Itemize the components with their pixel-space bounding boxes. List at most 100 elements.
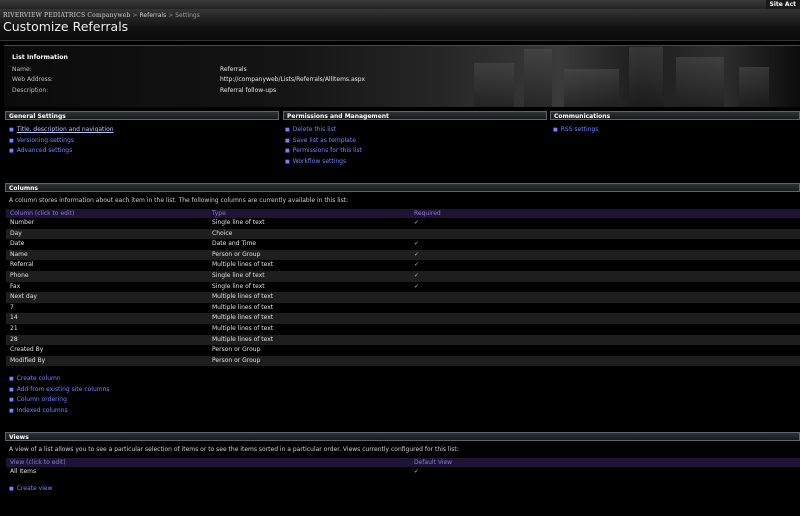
column-name[interactable]: Name bbox=[10, 250, 28, 261]
views-table: View (click to edit) Default View All It… bbox=[6, 458, 800, 478]
table-row[interactable]: Referral Multiple lines of text ✓ bbox=[6, 260, 800, 271]
communications-heading: Communications bbox=[550, 111, 800, 120]
view-header-name[interactable]: View (click to edit) bbox=[10, 458, 66, 467]
advanced-settings-link[interactable]: ■ Advanced settings bbox=[9, 146, 114, 157]
table-row[interactable]: 21 Multiple lines of text bbox=[6, 324, 800, 335]
column-name[interactable]: Fax bbox=[10, 282, 20, 293]
breadcrumb-list-link[interactable]: Referrals bbox=[140, 12, 167, 19]
background-building bbox=[564, 69, 619, 107]
breadcrumb: RIVERVIEW PEDIATRICS Companyweb > Referral… bbox=[3, 12, 200, 19]
view-name[interactable]: All Items bbox=[10, 467, 36, 478]
title-description-navigation-link[interactable]: ■ Title, description and navigation bbox=[9, 125, 114, 136]
bullet-icon: ■ bbox=[9, 407, 14, 414]
table-row[interactable]: Modified By Person or Group bbox=[6, 355, 800, 367]
column-name[interactable]: Created By bbox=[10, 345, 43, 356]
background-building bbox=[474, 63, 514, 107]
table-row[interactable]: Fax Single line of text ✓ bbox=[6, 282, 800, 293]
required-check-icon: ✓ bbox=[414, 240, 420, 248]
column-name[interactable]: Modified By bbox=[10, 356, 45, 367]
name-label: Name: bbox=[12, 66, 32, 73]
web-address-label: Web Address: bbox=[12, 76, 53, 83]
list-information-heading: List Information bbox=[12, 54, 68, 61]
column-type: Single line of text bbox=[212, 282, 265, 290]
bullet-icon: ■ bbox=[285, 148, 290, 155]
workflow-settings-link[interactable]: ■ Workflow settings bbox=[285, 157, 362, 168]
column-name[interactable]: Phone bbox=[10, 271, 29, 282]
bullet-icon: ■ bbox=[9, 397, 14, 404]
bullet-icon: ■ bbox=[9, 137, 14, 144]
column-type: Single line of text bbox=[212, 271, 265, 279]
breadcrumb-separator: > bbox=[132, 12, 138, 19]
table-row[interactable]: 14 Multiple lines of text bbox=[6, 313, 800, 324]
column-header-type: Type bbox=[212, 210, 226, 217]
versioning-settings-link[interactable]: ■ Versioning settings bbox=[9, 136, 114, 147]
required-check-icon: ✓ bbox=[414, 261, 420, 269]
background-building bbox=[676, 57, 724, 107]
background-building bbox=[629, 47, 663, 107]
list-permissions-link[interactable]: ■ Permissions for this list bbox=[285, 146, 362, 157]
column-name[interactable]: 21 bbox=[10, 324, 18, 335]
view-row[interactable]: All Items ✓ bbox=[6, 467, 800, 478]
view-header-default: Default View bbox=[414, 459, 453, 466]
breadcrumb-site-link[interactable]: RIVERVIEW PEDIATRICS Companyweb bbox=[3, 12, 130, 19]
column-name[interactable]: Next day bbox=[10, 292, 37, 303]
column-name[interactable]: Referral bbox=[10, 260, 34, 271]
communications-links: ■ RSS settings bbox=[553, 125, 598, 136]
column-type: Multiple lines of text bbox=[212, 314, 274, 322]
column-type: Choice bbox=[212, 229, 233, 237]
column-name[interactable]: Day bbox=[10, 229, 22, 240]
column-type: Multiple lines of text bbox=[212, 293, 274, 301]
table-row[interactable]: Day Choice bbox=[6, 228, 800, 240]
save-as-template-link[interactable]: ■ Save list as template bbox=[285, 136, 362, 147]
permissions-management-heading: Permissions and Management bbox=[283, 111, 547, 120]
column-name[interactable]: 7 bbox=[10, 303, 14, 314]
bullet-icon: ■ bbox=[9, 486, 14, 492]
table-row[interactable]: Date Date and Time ✓ bbox=[6, 239, 800, 250]
column-name[interactable]: 14 bbox=[10, 313, 18, 324]
general-settings-links: ■ Title, description and navigation ■ Vers… bbox=[9, 125, 114, 157]
breadcrumb-current: Settings bbox=[175, 12, 200, 19]
add-existing-site-columns-link[interactable]: ■ Add from existing site columns bbox=[9, 385, 110, 396]
rss-settings-link[interactable]: ■ RSS settings bbox=[553, 125, 598, 136]
bullet-icon: ■ bbox=[285, 137, 290, 144]
site-actions-menu[interactable]: Site Act bbox=[765, 0, 800, 9]
table-row[interactable]: Phone Single line of text ✓ bbox=[6, 270, 800, 282]
required-check-icon: ✓ bbox=[414, 282, 420, 290]
indexed-columns-link[interactable]: ■ Indexed columns bbox=[9, 406, 110, 417]
table-row[interactable]: Number Single line of text ✓ bbox=[6, 218, 800, 229]
column-type: Person or Group bbox=[212, 250, 261, 258]
required-check-icon: ✓ bbox=[414, 219, 420, 226]
description-value: Referral follow-ups bbox=[220, 87, 277, 94]
list-information-panel: List Information Name: Referrals Web Add… bbox=[4, 45, 800, 107]
column-type: Multiple lines of text bbox=[212, 335, 274, 343]
column-name[interactable]: 28 bbox=[10, 335, 18, 346]
column-type: Date and Time bbox=[212, 240, 257, 248]
page-title: Customize Referrals bbox=[3, 19, 129, 34]
column-type: Multiple lines of text bbox=[212, 303, 274, 311]
column-name[interactable]: Date bbox=[10, 239, 24, 250]
views-table-header: View (click to edit) Default View bbox=[6, 458, 800, 467]
column-header-name[interactable]: Column (click to edit) bbox=[10, 209, 74, 218]
view-actions-links: ■ Create view bbox=[9, 484, 52, 495]
table-row[interactable]: Name Person or Group ✓ bbox=[6, 249, 800, 261]
column-type: Person or Group bbox=[212, 356, 261, 364]
column-type: Multiple lines of text bbox=[212, 261, 274, 269]
column-name[interactable]: Number bbox=[10, 218, 34, 229]
views-description: A view of a list allows you to see a par… bbox=[9, 446, 459, 453]
table-row[interactable]: 28 Multiple lines of text bbox=[6, 334, 800, 346]
bullet-icon: ■ bbox=[9, 127, 14, 133]
column-header-required: Required bbox=[414, 210, 441, 217]
column-ordering-link[interactable]: ■ Column ordering bbox=[9, 395, 110, 406]
columns-description: A column stores information about each i… bbox=[9, 197, 349, 204]
table-row[interactable]: 7 Multiple lines of text bbox=[6, 303, 800, 314]
columns-heading: Columns bbox=[5, 183, 800, 192]
table-row[interactable]: Next day Multiple lines of text bbox=[6, 292, 800, 303]
views-heading: Views bbox=[5, 432, 800, 441]
table-row[interactable]: Created By Person or Group bbox=[6, 345, 800, 356]
delete-list-link[interactable]: ■ Delete this list bbox=[285, 125, 362, 136]
name-value: Referrals bbox=[220, 66, 247, 73]
columns-table: Column (click to edit) Type Required Num… bbox=[6, 209, 800, 367]
create-view-link[interactable]: ■ Create view bbox=[9, 484, 52, 495]
background-building bbox=[739, 67, 769, 107]
create-column-link[interactable]: ■ Create column bbox=[9, 374, 110, 385]
